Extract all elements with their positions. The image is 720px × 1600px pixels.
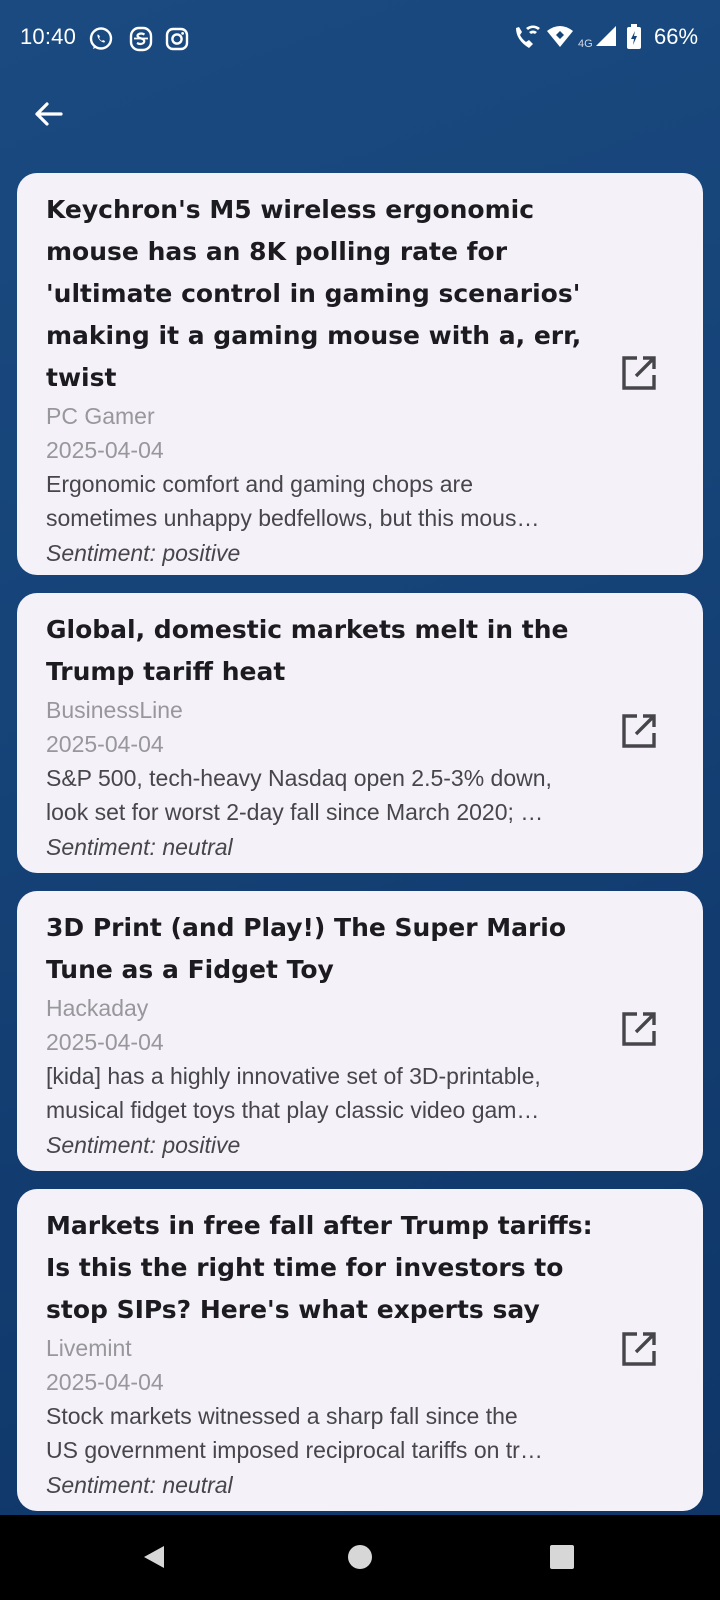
wifi-icon — [546, 24, 574, 55]
open-in-new-icon — [621, 1331, 657, 1372]
article-title: Global, domestic markets melt in the Tru… — [46, 615, 569, 686]
article-source: Hackaday — [46, 995, 149, 1021]
article-sentiment: Sentiment: positive — [46, 1132, 241, 1158]
summary-line: Stock markets witnessed a sharp fall sin… — [46, 1403, 518, 1429]
status-time: 10:40 — [20, 24, 77, 49]
back-triangle-icon — [140, 1543, 168, 1576]
article-summary: [kida] has a highly innovative set of 3D… — [46, 1059, 606, 1127]
news-card[interactable]: Keychron's M5 wireless ergonomic mouse h… — [17, 173, 703, 575]
summary-line: US government imposed reciprocal tariffs… — [46, 1437, 543, 1463]
article-sentiment: Sentiment: neutral — [46, 834, 233, 860]
whatsapp-icon — [88, 26, 114, 52]
network-type-label: 4G — [578, 38, 593, 50]
nav-recents-button[interactable] — [540, 1537, 584, 1581]
news-card[interactable]: Markets in free fall after Trump tariffs… — [17, 1189, 703, 1511]
arrow-left-icon — [32, 98, 64, 135]
article-date: 2025-04-04 — [46, 1369, 164, 1395]
article-title: Markets in free fall after Trump tariffs… — [46, 1211, 593, 1324]
battery-icon — [626, 24, 642, 55]
open-article-button[interactable] — [619, 1331, 659, 1371]
article-source: BusinessLine — [46, 697, 183, 723]
battery-percent: 66% — [654, 24, 699, 49]
open-article-button[interactable] — [619, 1011, 659, 1051]
news-card[interactable]: Global, domestic markets melt in the Tru… — [17, 593, 703, 873]
open-in-new-icon — [621, 713, 657, 754]
s-app-icon — [128, 26, 154, 52]
article-sentiment: Sentiment: positive — [46, 540, 241, 566]
summary-line: Ergonomic comfort and gaming chops are — [46, 471, 473, 497]
article-sentiment: Sentiment: neutral — [46, 1472, 233, 1498]
summary-line: sometimes unhappy bedfellows, but this m… — [46, 505, 540, 531]
open-article-button[interactable] — [619, 355, 659, 395]
article-summary: Ergonomic comfort and gaming chops are s… — [46, 467, 606, 535]
article-date: 2025-04-04 — [46, 437, 164, 463]
article-summary: S&P 500, tech-heavy Nasdaq open 2.5-3% d… — [46, 761, 606, 829]
article-title: Keychron's M5 wireless ergonomic mouse h… — [46, 195, 582, 392]
article-source: PC Gamer — [46, 403, 155, 429]
article-source: Livemint — [46, 1335, 132, 1361]
signal-icon — [594, 24, 618, 53]
nav-back-button[interactable] — [132, 1537, 176, 1581]
system-nav-bar — [0, 1515, 720, 1600]
news-card[interactable]: 3D Print (and Play!) The Super Mario Tun… — [17, 891, 703, 1171]
article-title: 3D Print (and Play!) The Super Mario Tun… — [46, 913, 567, 984]
news-list[interactable]: Keychron's M5 wireless ergonomic mouse h… — [17, 173, 703, 1515]
article-summary: Stock markets witnessed a sharp fall sin… — [46, 1399, 606, 1467]
article-date: 2025-04-04 — [46, 731, 164, 757]
instagram-icon — [164, 26, 190, 52]
back-button[interactable] — [26, 94, 70, 138]
summary-line: musical fidget toys that play classic vi… — [46, 1097, 540, 1123]
summary-line: [kida] has a highly innovative set of 3D… — [46, 1063, 541, 1089]
summary-line: S&P 500, tech-heavy Nasdaq open 2.5-3% d… — [46, 765, 552, 791]
status-bar: 10:40 4G 66% — [0, 0, 720, 78]
recents-square-icon — [548, 1543, 576, 1576]
open-article-button[interactable] — [619, 713, 659, 753]
open-in-new-icon — [621, 1011, 657, 1052]
article-date: 2025-04-04 — [46, 1029, 164, 1055]
summary-line: look set for worst 2-day fall since Marc… — [46, 799, 544, 825]
open-in-new-icon — [621, 355, 657, 396]
nav-home-button[interactable] — [338, 1537, 382, 1581]
home-circle-icon — [346, 1543, 374, 1576]
wifi-call-icon — [512, 24, 542, 57]
